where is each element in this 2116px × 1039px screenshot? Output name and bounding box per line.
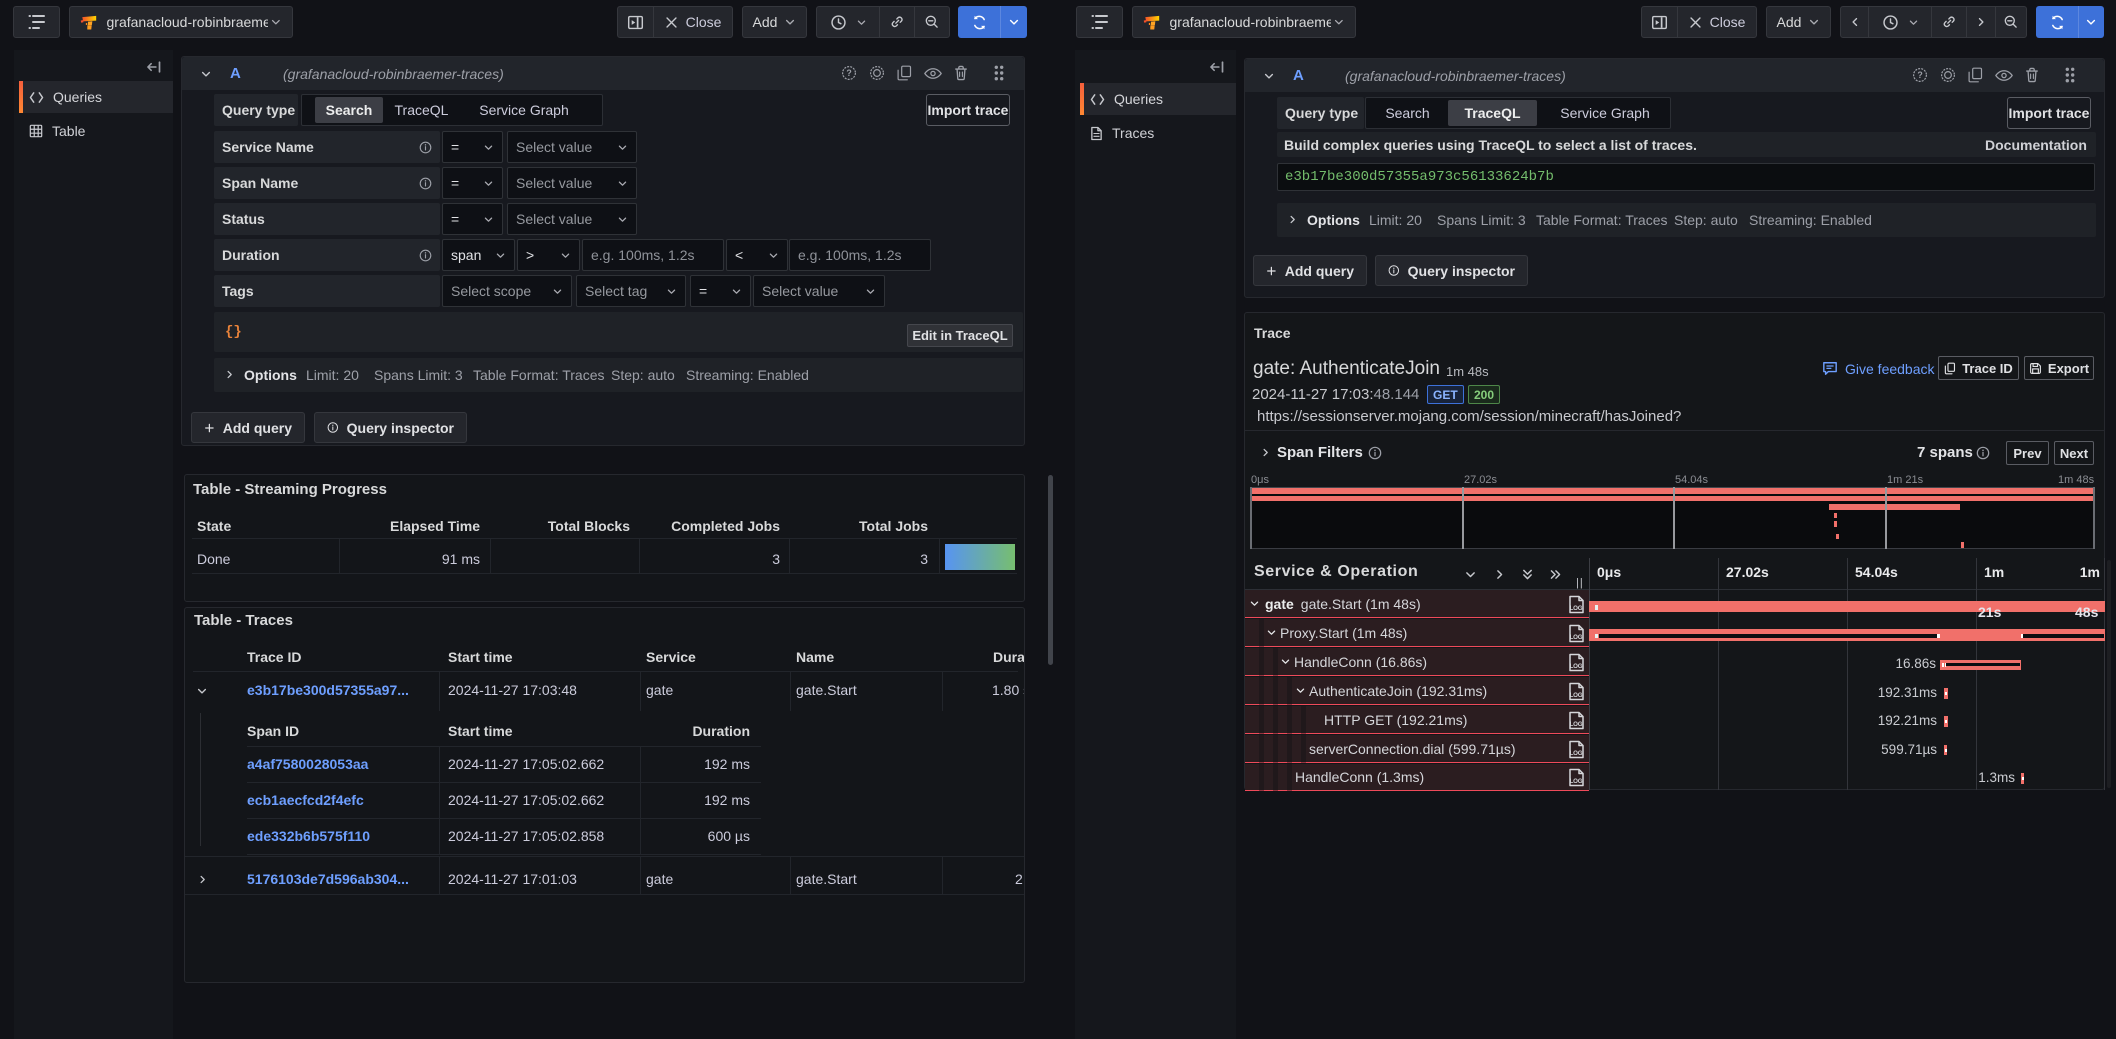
svg-text:LOG: LOG bbox=[1570, 778, 1583, 785]
svg-text:?: ? bbox=[846, 68, 851, 78]
svg-text:LOG: LOG bbox=[1570, 663, 1583, 670]
svg-text:LOG: LOG bbox=[1570, 750, 1583, 757]
svg-text:LOG: LOG bbox=[1570, 692, 1583, 699]
svg-text:?: ? bbox=[1917, 70, 1922, 80]
svg-text:LOG: LOG bbox=[1570, 605, 1583, 612]
svg-text:LOG: LOG bbox=[1570, 721, 1583, 728]
svg-text:LOG: LOG bbox=[1570, 634, 1583, 641]
